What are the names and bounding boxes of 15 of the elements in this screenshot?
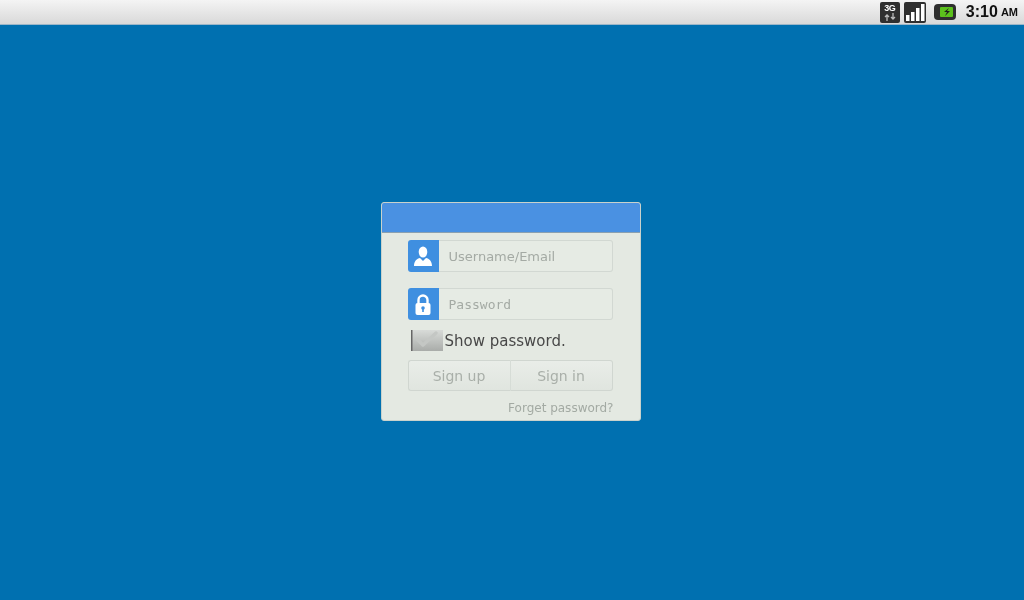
username-input[interactable]: Username/Email <box>438 240 613 272</box>
user-icon <box>407 240 439 272</box>
clock-am-pm: AM <box>1000 6 1018 18</box>
sign-in-button[interactable]: Sign in <box>509 360 613 391</box>
show-password-label: Show password. <box>444 331 566 350</box>
data-arrows-icon <box>883 12 896 21</box>
network-type-label: 3G <box>884 2 896 13</box>
forgot-password-link[interactable]: Forget password? <box>508 401 614 415</box>
sign-up-button[interactable]: Sign up <box>407 360 510 391</box>
clock-time: 3:10 <box>965 3 998 21</box>
checkbox[interactable] <box>410 330 443 351</box>
signal-icon <box>903 1 926 23</box>
password-input[interactable]: Password <box>438 288 613 320</box>
battery-icon <box>933 4 956 20</box>
lock-icon <box>407 288 439 320</box>
